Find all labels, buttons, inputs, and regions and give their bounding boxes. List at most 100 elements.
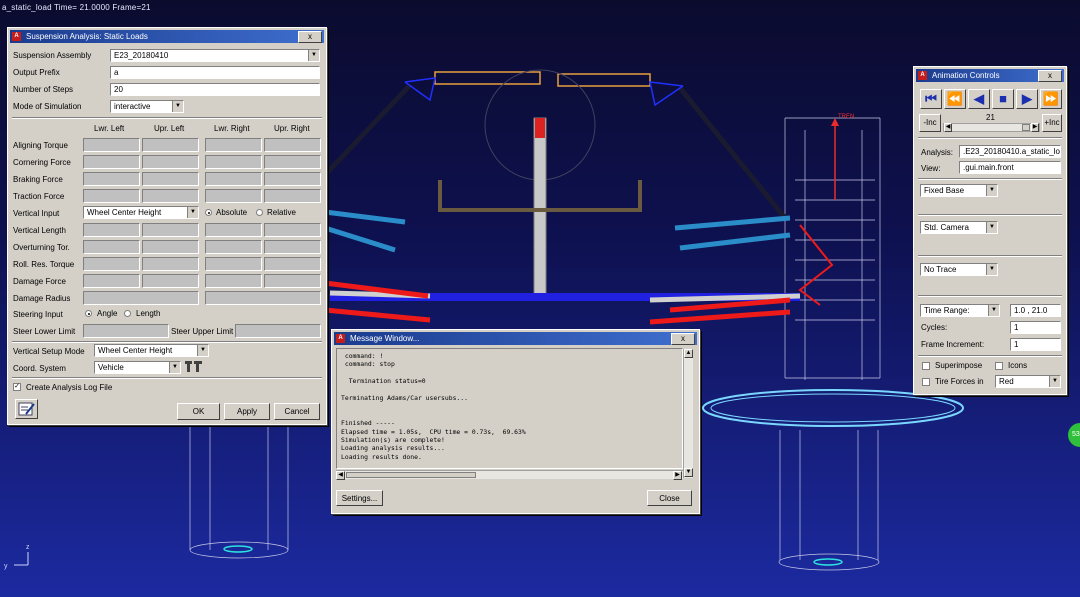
static-loads-titlebar[interactable]: A Suspension Analysis: Static Loads x bbox=[10, 30, 324, 43]
load-cell[interactable] bbox=[264, 223, 321, 237]
frame-slider[interactable]: ◀ ▶ bbox=[943, 123, 1040, 132]
ok-button[interactable]: OK bbox=[177, 403, 220, 420]
first-frame-icon[interactable]: ⏮ bbox=[920, 89, 942, 109]
trace-select[interactable]: No Trace ▼ bbox=[920, 263, 998, 276]
mode-of-simulation-select[interactable]: interactive ▼ bbox=[110, 100, 184, 113]
load-cell[interactable] bbox=[205, 240, 262, 254]
view-field[interactable]: .gui.main.front bbox=[959, 161, 1061, 174]
settings-button[interactable]: Settings... bbox=[336, 490, 383, 506]
close-icon[interactable]: x bbox=[671, 333, 695, 345]
chevron-down-icon[interactable]: ▼ bbox=[172, 101, 183, 112]
load-cell[interactable] bbox=[264, 240, 321, 254]
stop-icon[interactable]: ■ bbox=[992, 89, 1014, 109]
chevron-down-icon[interactable]: ▼ bbox=[197, 345, 208, 356]
load-cell[interactable] bbox=[205, 189, 262, 203]
chevron-down-icon[interactable]: ▼ bbox=[986, 185, 997, 196]
play-reverse-icon[interactable]: ◀ bbox=[968, 89, 990, 109]
increment-button[interactable]: +Inc bbox=[1042, 114, 1062, 132]
damage-radius-right[interactable] bbox=[205, 291, 321, 305]
message-scrollbar[interactable]: ▲ ▼ bbox=[683, 349, 693, 478]
load-cell[interactable] bbox=[264, 274, 321, 288]
load-cell[interactable] bbox=[205, 223, 262, 237]
damage-radius-left[interactable] bbox=[83, 291, 199, 305]
message-hscrollbar[interactable]: ◀ ▶ bbox=[336, 470, 683, 480]
load-cell[interactable] bbox=[142, 189, 199, 203]
create-log-checkbox[interactable]: ✓ bbox=[13, 383, 21, 391]
load-cell[interactable] bbox=[142, 223, 199, 237]
slider-thumb[interactable] bbox=[1022, 124, 1030, 131]
superimpose-checkbox[interactable] bbox=[922, 362, 930, 370]
close-icon[interactable]: x bbox=[1038, 70, 1062, 82]
frame-increment-field[interactable]: 1 bbox=[1010, 338, 1061, 351]
icons-checkbox[interactable] bbox=[995, 362, 1003, 370]
scroll-up-icon[interactable]: ▲ bbox=[684, 349, 693, 358]
decrement-button[interactable]: -Inc bbox=[919, 114, 941, 132]
coord-picker-icon[interactable] bbox=[184, 359, 204, 373]
number-of-steps-field[interactable]: 20 bbox=[110, 83, 320, 96]
apply-button[interactable]: Apply bbox=[224, 403, 270, 420]
load-cell[interactable] bbox=[83, 223, 140, 237]
time-range-field[interactable]: 1.0 , 21.0 bbox=[1010, 304, 1061, 317]
edit-notes-icon[interactable] bbox=[15, 399, 38, 419]
load-cell[interactable] bbox=[142, 155, 199, 169]
load-cell[interactable] bbox=[205, 257, 262, 271]
load-cell[interactable] bbox=[83, 189, 140, 203]
analysis-field[interactable]: .E23_20180410.a_static_lo bbox=[959, 145, 1061, 158]
load-cell[interactable] bbox=[205, 274, 262, 288]
load-cell[interactable] bbox=[264, 172, 321, 186]
close-button[interactable]: Close bbox=[647, 490, 692, 506]
chevron-down-icon[interactable]: ▼ bbox=[1049, 376, 1060, 387]
chevron-down-icon[interactable]: ▼ bbox=[308, 50, 319, 61]
load-cell[interactable] bbox=[264, 138, 321, 152]
coord-system-select[interactable]: Vehicle ▼ bbox=[94, 361, 181, 374]
load-cell[interactable] bbox=[205, 155, 262, 169]
message-titlebar[interactable]: A Message Window... x bbox=[334, 332, 697, 345]
load-cell[interactable] bbox=[83, 257, 140, 271]
load-cell[interactable] bbox=[83, 274, 140, 288]
base-select[interactable]: Fixed Base ▼ bbox=[920, 184, 998, 197]
scroll-right-icon[interactable]: ▶ bbox=[673, 471, 682, 480]
output-prefix-field[interactable]: a bbox=[110, 66, 320, 79]
load-cell[interactable] bbox=[264, 257, 321, 271]
slider-left-icon[interactable]: ◀ bbox=[944, 123, 952, 132]
load-cell[interactable] bbox=[142, 257, 199, 271]
absolute-radio[interactable] bbox=[205, 209, 212, 216]
load-cell[interactable] bbox=[83, 138, 140, 152]
animation-titlebar[interactable]: A Animation Controls x bbox=[916, 69, 1064, 82]
tire-forces-checkbox[interactable] bbox=[922, 378, 930, 386]
suspension-assembly-field[interactable]: E23_20180410 ▼ bbox=[110, 49, 320, 62]
relative-radio[interactable] bbox=[256, 209, 263, 216]
rewind-icon[interactable]: ⏪ bbox=[944, 89, 966, 109]
load-cell[interactable] bbox=[83, 172, 140, 186]
scroll-thumb[interactable] bbox=[346, 472, 476, 478]
vertical-input-select[interactable]: Wheel Center Height ▼ bbox=[83, 206, 199, 219]
load-cell[interactable] bbox=[142, 274, 199, 288]
slider-right-icon[interactable]: ▶ bbox=[1031, 123, 1039, 132]
close-icon[interactable]: x bbox=[298, 31, 322, 43]
steer-upper-limit-field[interactable] bbox=[235, 324, 321, 338]
load-cell[interactable] bbox=[83, 240, 140, 254]
load-cell[interactable] bbox=[142, 172, 199, 186]
chevron-down-icon[interactable]: ▼ bbox=[187, 207, 198, 218]
load-cell[interactable] bbox=[205, 172, 262, 186]
time-range-select[interactable]: Time Range: ▼ bbox=[920, 304, 1000, 317]
tire-forces-color-select[interactable]: Red ▼ bbox=[995, 375, 1061, 388]
length-radio[interactable] bbox=[124, 310, 131, 317]
fast-forward-icon[interactable]: ⏩ bbox=[1040, 89, 1062, 109]
angle-radio[interactable] bbox=[85, 310, 92, 317]
chevron-down-icon[interactable]: ▼ bbox=[986, 222, 997, 233]
load-cell[interactable] bbox=[264, 189, 321, 203]
camera-select[interactable]: Std. Camera ▼ bbox=[920, 221, 998, 234]
load-cell[interactable] bbox=[264, 155, 321, 169]
load-cell[interactable] bbox=[83, 155, 140, 169]
load-cell[interactable] bbox=[142, 240, 199, 254]
chevron-down-icon[interactable]: ▼ bbox=[169, 362, 180, 373]
scroll-left-icon[interactable]: ◀ bbox=[336, 471, 345, 480]
load-cell[interactable] bbox=[142, 138, 199, 152]
chevron-down-icon[interactable]: ▼ bbox=[988, 305, 999, 316]
steer-lower-limit-field[interactable] bbox=[83, 324, 169, 338]
scroll-down-icon[interactable]: ▼ bbox=[684, 468, 693, 477]
load-cell[interactable] bbox=[205, 138, 262, 152]
chevron-down-icon[interactable]: ▼ bbox=[986, 264, 997, 275]
cancel-button[interactable]: Cancel bbox=[274, 403, 320, 420]
